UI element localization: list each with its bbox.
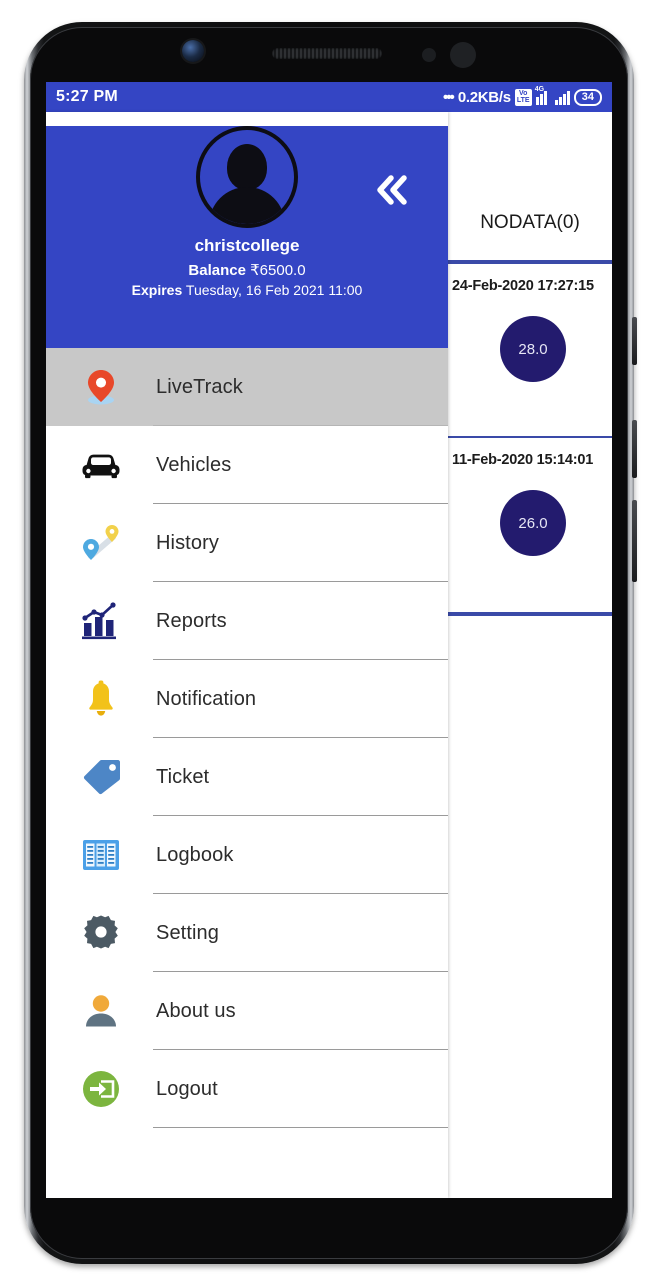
bar-chart-icon	[46, 602, 156, 640]
menu-item-label: Logout	[156, 1077, 218, 1100]
menu-item-label: Notification	[156, 687, 257, 710]
battery-indicator: 34	[573, 88, 602, 106]
menu-item-notification[interactable]: Notification	[46, 660, 448, 738]
data-card[interactable]: 11-Feb-2020 15:14:01 26.0	[448, 438, 612, 614]
menu-item-label: Ticket	[156, 765, 210, 788]
volte-icon-bottom: LTE	[516, 97, 530, 104]
power-button[interactable]	[632, 500, 637, 582]
map-pin-icon	[46, 368, 156, 406]
menu-item-reports[interactable]: Reports	[46, 582, 448, 660]
data-card-value-bubble: 28.0	[500, 316, 566, 382]
menu-item-history[interactable]: History	[46, 504, 448, 582]
data-card-value-bubble: 26.0	[500, 490, 566, 556]
nodata-label: NODATA(0)	[480, 212, 580, 233]
avatar-head-shape	[227, 144, 267, 190]
menu-item-about-us[interactable]: About us	[46, 972, 448, 1050]
status-bar-clock: 5:27 PM	[56, 88, 118, 105]
route-pins-icon	[46, 523, 156, 563]
signal-bars-sim1-icon: 4G	[535, 86, 551, 105]
menu-item-label: Logbook	[156, 843, 234, 866]
status-bar-indicators: ••• 0.2KB/s Vo LTE 4G 34	[443, 86, 602, 106]
data-card-list-empty-area	[448, 614, 612, 1174]
avatar-body-shape	[209, 187, 285, 224]
data-card-timestamp: 11-Feb-2020 15:14:01	[452, 452, 594, 468]
logout-arrow-icon	[46, 1070, 156, 1108]
menu-item-label: Reports	[156, 609, 227, 632]
volte-icon-top: Vo	[519, 90, 528, 97]
network-speed-label: 0.2KB/s	[457, 88, 511, 106]
avatar[interactable]	[196, 126, 298, 228]
balance-row: Balance ₹6500.0	[46, 261, 448, 279]
balance-value: ₹6500.0	[250, 262, 306, 279]
person-icon	[46, 993, 156, 1029]
status-bar: 5:27 PM ••• 0.2KB/s Vo LTE 4G 34	[46, 82, 612, 112]
menu-item-label: Setting	[156, 921, 219, 944]
network-generation-label: 4G	[534, 85, 545, 93]
data-card[interactable]: 24-Feb-2020 17:27:15 28.0	[448, 262, 612, 438]
data-card-list: NODATA(0) 24-Feb-2020 17:27:15 28.0 11-F…	[448, 186, 612, 1198]
menu-item-logout[interactable]: Logout	[46, 1050, 448, 1128]
expires-value: Tuesday, 16 Feb 2021 11:00	[185, 282, 363, 298]
signal-bars-sim2-icon	[554, 90, 570, 105]
earpiece-speaker-icon	[272, 48, 382, 59]
menu-item-label: History	[156, 531, 219, 554]
proximity-sensor-icon	[422, 48, 436, 62]
notification-dots-icon: •••	[443, 88, 455, 106]
menu-item-vehicles[interactable]: Vehicles	[46, 426, 448, 504]
menu-item-label: Vehicles	[156, 453, 232, 476]
menu-item-label: LiveTrack	[156, 375, 243, 398]
drawer-header: christcollege Balance ₹6500.0 Expires Tu…	[46, 126, 448, 348]
expiry-row: Expires Tuesday, 16 Feb 2021 11:00	[46, 282, 448, 298]
drawer-menu-list: LiveTrack Vehicles History Reports Notif…	[46, 348, 448, 1128]
data-card-timestamp: 24-Feb-2020 17:27:15	[452, 278, 594, 294]
menu-item-logbook[interactable]: Logbook	[46, 816, 448, 894]
volte-icon: Vo LTE	[514, 88, 532, 106]
phone-top-bezel	[22, 20, 636, 82]
menu-item-setting[interactable]: Setting	[46, 894, 448, 972]
expires-label: Expires	[131, 282, 183, 298]
balance-label: Balance	[188, 262, 246, 279]
light-sensor-icon	[450, 42, 476, 68]
menu-item-ticket[interactable]: Ticket	[46, 738, 448, 816]
tag-icon	[46, 758, 156, 796]
nodata-card[interactable]: NODATA(0)	[448, 186, 612, 262]
car-icon	[46, 450, 156, 480]
phone-screen: 5:27 PM ••• 0.2KB/s Vo LTE 4G 34 NODATA(…	[46, 82, 612, 1198]
navigation-drawer: christcollege Balance ₹6500.0 Expires Tu…	[46, 112, 448, 1198]
logbook-icon	[46, 838, 156, 872]
volume-up-button[interactable]	[632, 317, 637, 365]
gear-icon	[46, 914, 156, 952]
menu-item-livetrack[interactable]: LiveTrack	[46, 348, 448, 426]
account-name: christcollege	[194, 236, 300, 255]
menu-item-label: About us	[156, 999, 236, 1022]
double-chevron-left-icon[interactable]	[370, 168, 414, 212]
volume-down-button[interactable]	[632, 420, 637, 478]
front-camera-icon	[182, 40, 204, 62]
bell-icon	[46, 680, 156, 718]
